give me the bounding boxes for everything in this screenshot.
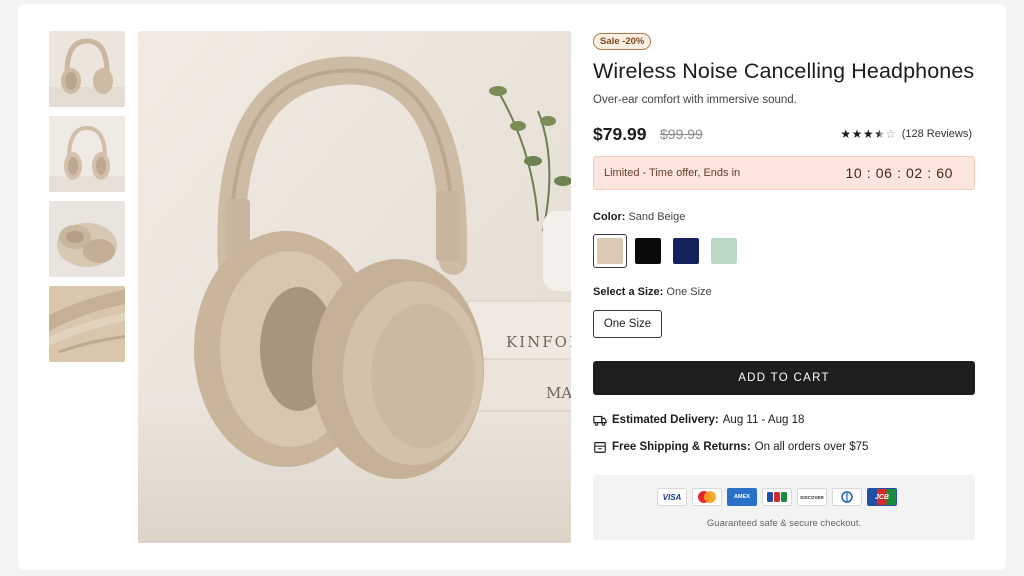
- truck-icon: [593, 415, 607, 426]
- old-price: $99.99: [660, 126, 703, 142]
- payment-cards: VISA AMEX DISCOVER JCB: [657, 488, 902, 506]
- sale-badge: Sale -20%: [593, 33, 652, 50]
- delivery-label: Estimated Delivery:: [612, 414, 719, 426]
- rating-stars: ★★★★☆: [840, 127, 896, 141]
- payment-methods: VISA AMEX DISCOVER JCB Guaranteed safe &…: [593, 475, 975, 540]
- box-icon: [594, 442, 606, 453]
- star-icon: ★: [862, 127, 875, 141]
- star-icon: ★: [840, 127, 852, 141]
- thumbnail-2[interactable]: [49, 116, 125, 192]
- main-product-image: KINFOL MA: [138, 31, 571, 543]
- star-icon: ★: [851, 127, 863, 141]
- add-to-cart-button[interactable]: ADD TO CART: [593, 361, 975, 395]
- star-empty-icon: ☆: [885, 127, 897, 141]
- offer-text: Limited - Time offer, Ends in: [604, 167, 741, 179]
- secure-checkout-text: Guaranteed safe & secure checkout.: [706, 518, 862, 529]
- size-option-button[interactable]: One Size: [593, 310, 662, 338]
- visa-card-icon: VISA: [657, 488, 687, 506]
- swatch-fill: [673, 238, 699, 264]
- shipping-info: Free Shipping & Returns: On all orders o…: [593, 440, 868, 454]
- limited-offer-banner: Limited - Time offer, Ends in 10 : 06 : …: [593, 156, 975, 190]
- amex-card-icon: AMEX: [727, 488, 757, 506]
- swatch-sand-beige[interactable]: [593, 234, 627, 268]
- mastercard-icon: [692, 488, 722, 506]
- swatch-navy[interactable]: [669, 234, 703, 268]
- size-label-title: Select a Size:: [593, 286, 664, 298]
- thumbnail-4[interactable]: [49, 286, 125, 362]
- swatch-black[interactable]: [631, 234, 665, 268]
- star-half-icon: ★: [874, 127, 886, 141]
- size-label: Select a Size: One Size: [593, 286, 712, 298]
- product-subtitle: Over-ear comfort with immersive sound.: [593, 94, 797, 106]
- swatch-fill: [711, 238, 737, 264]
- shipping-value: On all orders over $75: [754, 441, 869, 453]
- thumbnail-3[interactable]: [49, 201, 125, 277]
- color-label: Color: Sand Beige: [593, 211, 685, 223]
- swatch-fill: [635, 238, 661, 264]
- discover-card-icon: DISCOVER: [797, 488, 827, 506]
- countdown-timer: 10 : 06 : 02 : 60: [845, 165, 953, 181]
- size-selected-value: One Size: [666, 286, 712, 298]
- delivery-value: Aug 11 - Aug 18: [722, 414, 805, 426]
- diners-club-card-icon: [832, 488, 862, 506]
- swatch-fill: [597, 238, 623, 264]
- swatch-sage[interactable]: [707, 234, 741, 268]
- jcb-card-icon: [762, 488, 792, 506]
- svg-text:MA: MA: [546, 384, 571, 402]
- svg-text:KINFOL: KINFOL: [506, 333, 571, 351]
- thumbnail-1[interactable]: [49, 31, 125, 107]
- thumbnail-gallery: [49, 31, 125, 371]
- price: $79.99: [593, 124, 647, 144]
- color-swatches: [593, 234, 745, 268]
- delivery-info: Estimated Delivery: Aug 11 - Aug 18: [593, 413, 804, 427]
- reviews-count: (128 Reviews): [901, 128, 972, 140]
- rating[interactable]: ★★★★☆ (128 Reviews): [840, 127, 972, 141]
- color-selected-value: Sand Beige: [628, 211, 686, 223]
- shipping-label: Free Shipping & Returns:: [612, 441, 751, 453]
- color-label-title: Color:: [593, 211, 626, 223]
- jcb-card-icon: JCB: [867, 488, 897, 506]
- product-title: Wireless Noise Cancelling Headphones: [593, 59, 975, 83]
